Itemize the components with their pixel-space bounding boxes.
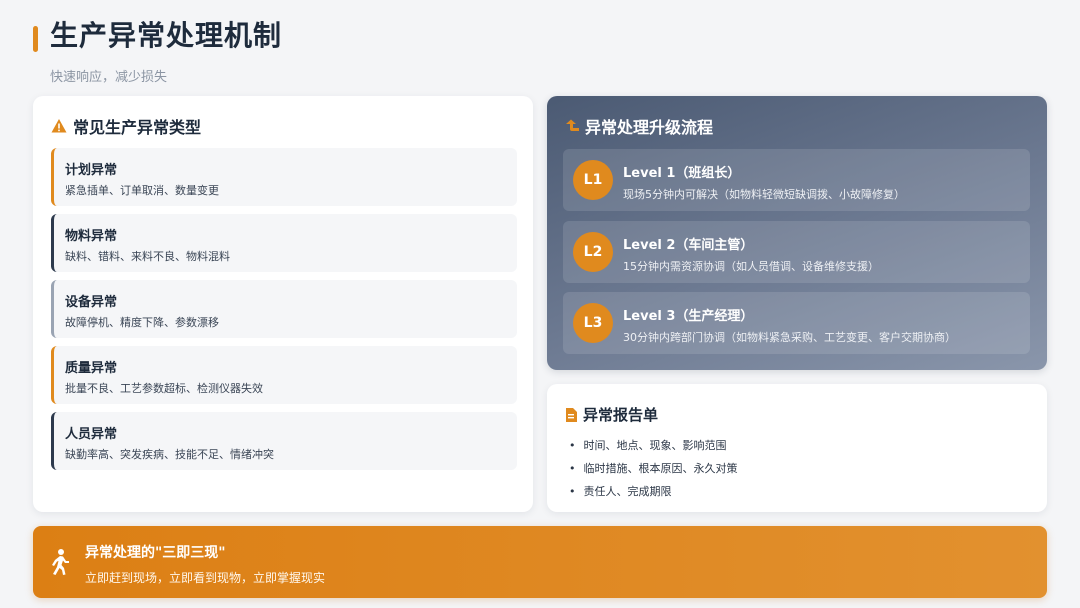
page-subtitle: 快速响应，减少损失 <box>50 70 168 85</box>
exception-type-item: 质量异常 批量不良、工艺参数超标、检测仪器失效 <box>51 346 517 404</box>
exception-type-desc: 缺勤率高、突发疾病、技能不足、情绪冲突 <box>65 448 274 461</box>
report-field-item: 临时措施、根本原因、永久对策 <box>569 457 738 480</box>
exception-report-card: 异常报告单 时间、地点、现象、影响范围 临时措施、根本原因、永久对策 责任人、完… <box>547 384 1047 512</box>
escalation-flow-title: 异常处理升级流程 <box>565 114 713 138</box>
exception-types-title: 常见生产异常类型 <box>51 114 201 138</box>
report-field-list: 时间、地点、现象、影响范围 临时措施、根本原因、永久对策 责任人、完成期限 <box>569 434 738 503</box>
exception-type-name: 质量异常 <box>65 361 118 376</box>
three-immediate-banner: 异常处理的"三即三现" 立即赶到现场，立即看到现物，立即掌握现实 <box>33 526 1047 598</box>
exception-type-item: 人员异常 缺勤率高、突发疾病、技能不足、情绪冲突 <box>51 412 517 470</box>
exception-report-title-text: 异常报告单 <box>583 406 659 424</box>
level-badge: L3 <box>573 303 613 343</box>
title-accent-bar <box>33 26 38 52</box>
exception-type-item: 设备异常 故障停机、精度下降、参数漂移 <box>51 280 517 338</box>
level-badge: L1 <box>573 160 613 200</box>
escalation-level: L1 Level 1（班组长） 现场5分钟内可解决（如物料轻微短缺调拨、小故障修… <box>563 149 1030 211</box>
escalation-flow-title-text: 异常处理升级流程 <box>585 118 714 137</box>
level-badge: L2 <box>573 232 613 272</box>
exception-type-name: 物料异常 <box>65 229 118 244</box>
page-title: 生产异常处理机制 <box>50 19 283 52</box>
exception-type-item: 计划异常 紧急插单、订单取消、数量变更 <box>51 148 517 206</box>
warning-icon <box>51 119 67 133</box>
level-desc: 15分钟内需资源协调（如人员借调、设备维修支援） <box>623 260 879 273</box>
exception-types-title-text: 常见生产异常类型 <box>73 118 202 137</box>
level-desc: 30分钟内跨部门协调（如物料紧急采购、工艺变更、客户交期协商） <box>623 331 956 344</box>
exception-type-name: 设备异常 <box>65 295 118 310</box>
exception-type-name: 计划异常 <box>65 163 118 178</box>
document-icon <box>566 407 577 422</box>
exception-report-title: 异常报告单 <box>565 404 658 425</box>
level-name: Level 2（车间主管） <box>623 238 754 253</box>
banner-title: 异常处理的"三即三现" <box>85 545 226 561</box>
arrow-up-right-icon <box>566 119 579 131</box>
running-person-icon <box>52 549 69 575</box>
level-name: Level 3（生产经理） <box>623 309 754 324</box>
exception-type-name: 人员异常 <box>65 427 118 442</box>
exception-type-item: 物料异常 缺料、错料、来料不良、物料混料 <box>51 214 517 272</box>
report-field-item: 时间、地点、现象、影响范围 <box>569 434 738 457</box>
escalation-level: L2 Level 2（车间主管） 15分钟内需资源协调（如人员借调、设备维修支援… <box>563 221 1030 283</box>
level-desc: 现场5分钟内可解决（如物料轻微短缺调拨、小故障修复） <box>623 188 905 201</box>
exception-type-desc: 缺料、错料、来料不良、物料混料 <box>65 250 230 263</box>
exception-type-desc: 批量不良、工艺参数超标、检测仪器失效 <box>65 382 263 395</box>
escalation-level: L3 Level 3（生产经理） 30分钟内跨部门协调（如物料紧急采购、工艺变更… <box>563 292 1030 354</box>
exception-types-card: 常见生产异常类型 计划异常 紧急插单、订单取消、数量变更 物料异常 缺料、错料、… <box>33 96 533 512</box>
report-field-item: 责任人、完成期限 <box>569 480 738 503</box>
level-name: Level 1（班组长） <box>623 166 741 181</box>
escalation-flow-card: 异常处理升级流程 L1 Level 1（班组长） 现场5分钟内可解决（如物料轻微… <box>547 96 1047 370</box>
exception-type-desc: 故障停机、精度下降、参数漂移 <box>65 316 219 329</box>
exception-type-desc: 紧急插单、订单取消、数量变更 <box>65 184 219 197</box>
banner-desc: 立即赶到现场，立即看到现物，立即掌握现实 <box>85 571 326 585</box>
